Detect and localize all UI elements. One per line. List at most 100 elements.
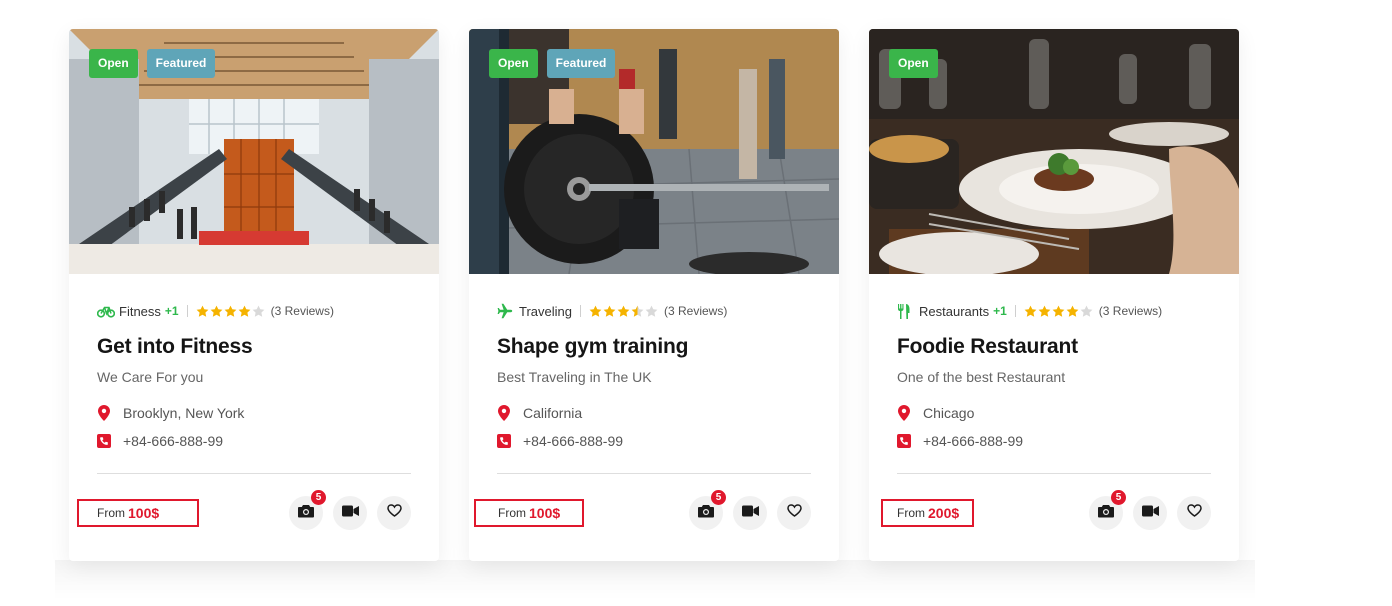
photo-count-badge: 5 xyxy=(311,490,326,505)
listing-subtitle: Best Traveling in The UK xyxy=(497,369,652,385)
listing-title[interactable]: Shape gym training xyxy=(497,335,811,359)
listing-subtitle: We Care For you xyxy=(97,369,204,385)
location-row: California xyxy=(497,403,811,423)
heart-icon xyxy=(1186,504,1202,522)
reviews-count[interactable]: (3 Reviews) xyxy=(664,304,727,318)
status-badges: Open Featured xyxy=(89,49,216,78)
star-icon xyxy=(1066,305,1079,317)
phone-icon xyxy=(897,433,911,449)
phone-row: +84-666-888-99 xyxy=(497,431,811,451)
card-meta: Fitness +1 (3 Reviews) xyxy=(97,302,411,320)
plane-icon xyxy=(497,303,515,319)
card-divider xyxy=(97,473,411,474)
listing-title[interactable]: Foodie Restaurant xyxy=(897,335,1211,359)
listing-card[interactable]: Open Featured Fitness +1 (3 Reviews) Get… xyxy=(69,29,439,561)
gallery-button[interactable]: 5 xyxy=(1089,490,1126,530)
cards-shadow xyxy=(55,560,1255,600)
listing-card[interactable]: Open Restaurants +1 (3 Reviews) Foodie R… xyxy=(869,29,1239,561)
category-extra-count[interactable]: +1 xyxy=(993,304,1007,318)
star-icon xyxy=(196,305,208,317)
phone-link[interactable]: +84-666-888-99 xyxy=(923,433,1023,449)
video-button[interactable] xyxy=(1133,496,1167,530)
card-actions: 5 xyxy=(1089,490,1211,530)
gallery-button[interactable]: 5 xyxy=(289,490,326,530)
location-row: Brooklyn, New York xyxy=(97,403,411,423)
card-body: Fitness +1 (3 Reviews) Get into Fitness … xyxy=(69,274,439,451)
bicycle-icon xyxy=(97,303,115,319)
reviews-count[interactable]: (3 Reviews) xyxy=(271,304,334,318)
star-icon xyxy=(1024,305,1037,317)
favorite-button[interactable] xyxy=(1177,496,1211,530)
listing-cards: Open Featured Fitness +1 (3 Reviews) Get… xyxy=(69,29,1239,561)
card-actions: 5 xyxy=(689,490,811,530)
card-divider xyxy=(897,473,1211,474)
video-button[interactable] xyxy=(333,496,367,530)
location-row: Chicago xyxy=(897,403,1211,423)
star-icon xyxy=(1052,305,1065,317)
location-text: California xyxy=(523,405,583,421)
meta-divider xyxy=(1014,305,1016,317)
open-badge: Open xyxy=(89,49,138,78)
star-icon xyxy=(210,305,222,317)
listing-card[interactable]: Open Featured Traveling (3 Reviews) Shap… xyxy=(469,29,839,561)
price-box: From 100$ xyxy=(77,499,199,527)
rating-stars xyxy=(589,305,658,318)
price-value: 100$ xyxy=(128,505,160,521)
heart-icon xyxy=(786,504,802,522)
star-icon xyxy=(224,305,236,317)
video-icon xyxy=(741,504,759,522)
map-pin-icon xyxy=(897,405,911,421)
category-link[interactable]: Traveling xyxy=(519,304,572,319)
location-text: Chicago xyxy=(923,405,975,421)
listing-subtitle: One of the best Restaurant xyxy=(897,369,1066,385)
star-icon xyxy=(603,305,616,317)
card-body: Restaurants +1 (3 Reviews) Foodie Restau… xyxy=(869,274,1239,451)
open-badge: Open xyxy=(889,49,938,78)
card-meta: Restaurants +1 (3 Reviews) xyxy=(897,302,1211,320)
phone-row: +84-666-888-99 xyxy=(897,431,1211,451)
price-box: From 200$ xyxy=(881,499,974,527)
card-footer: From 100$ 5 xyxy=(69,490,439,531)
card-meta: Traveling (3 Reviews) xyxy=(497,302,811,320)
meta-divider xyxy=(186,305,188,317)
star-icon xyxy=(631,305,644,317)
rating-stars xyxy=(196,305,265,318)
reviews-count[interactable]: (3 Reviews) xyxy=(1099,304,1162,318)
open-badge: Open xyxy=(489,49,538,78)
camera-icon xyxy=(298,504,314,523)
meta-divider xyxy=(579,305,581,317)
status-badges: Open Featured xyxy=(489,49,616,78)
card-body: Traveling (3 Reviews) Shape gym training… xyxy=(469,274,839,451)
mall-lobby-escalators-image[interactable]: Open Featured xyxy=(69,29,439,274)
price-from-label: From xyxy=(897,506,925,520)
card-footer: From 100$ 5 xyxy=(469,490,839,531)
category-link[interactable]: Restaurants xyxy=(919,304,989,319)
price-box: From 100$ xyxy=(474,499,584,527)
price-from-label: From xyxy=(97,506,125,520)
card-divider xyxy=(497,473,811,474)
category-link[interactable]: Fitness xyxy=(119,304,161,319)
location-text: Brooklyn, New York xyxy=(123,405,245,421)
gym-barbell-image[interactable]: Open Featured xyxy=(469,29,839,274)
phone-link[interactable]: +84-666-888-99 xyxy=(523,433,623,449)
heart-icon xyxy=(386,504,402,522)
map-pin-icon xyxy=(97,405,111,421)
video-button[interactable] xyxy=(733,496,767,530)
listing-title[interactable]: Get into Fitness xyxy=(97,335,411,359)
gallery-button[interactable]: 5 xyxy=(689,490,726,530)
status-badges: Open xyxy=(889,49,938,78)
favorite-button[interactable] xyxy=(377,496,411,530)
featured-badge: Featured xyxy=(146,49,216,78)
phone-link[interactable]: +84-666-888-99 xyxy=(123,433,223,449)
star-icon xyxy=(252,305,264,317)
restaurant-dish-image[interactable]: Open xyxy=(869,29,1239,274)
featured-badge: Featured xyxy=(546,49,616,78)
star-icon xyxy=(645,305,658,317)
camera-icon xyxy=(698,504,714,523)
video-icon xyxy=(341,504,359,522)
fork-knife-icon xyxy=(897,303,915,319)
favorite-button[interactable] xyxy=(777,496,811,530)
card-actions: 5 xyxy=(289,490,411,530)
card-footer: From 200$ 5 xyxy=(869,490,1239,531)
category-extra-count[interactable]: +1 xyxy=(165,304,179,318)
